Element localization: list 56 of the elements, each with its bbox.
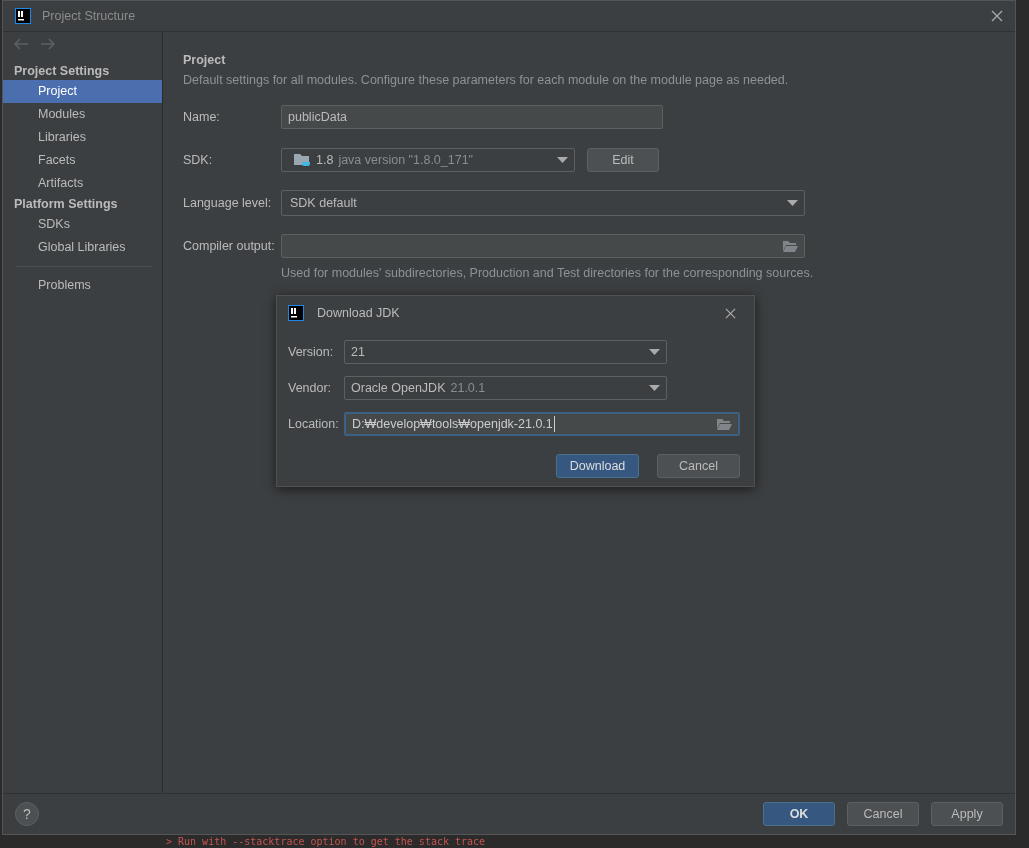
sidebar-item[interactable]: Global Libraries [3,236,162,259]
field-label: Language level: [183,196,273,210]
caret-icon [649,385,660,391]
version-dropdown[interactable]: 21 [344,340,667,364]
forward-arrow-icon[interactable] [40,38,56,50]
caret-icon [787,200,798,206]
caret-icon [557,157,568,163]
field-label: Version: [288,345,335,359]
sidebar-section-title: Platform Settings [13,196,119,213]
location-field[interactable]: D:₩develop₩tools₩openjdk-21.0.1 [344,412,740,436]
sdk-detail: java version "1.8.0_171" [338,153,474,167]
dialog-button[interactable]: Apply [931,802,1003,826]
section-heading: Project [183,53,227,67]
vendor-dropdown[interactable]: Oracle OpenJDK 21.0.1 [344,376,667,400]
field-label: SDK: [183,153,214,167]
sidebar-item[interactable]: Artifacts [3,172,162,195]
dialog-title: Download JDK [317,306,400,320]
dialog-button[interactable]: Download [556,454,639,478]
folder-icon[interactable] [717,418,732,430]
sidebar-section-title: Project Settings [13,63,111,80]
caret-icon [649,349,660,355]
sidebar-item[interactable]: SDKs [3,213,162,236]
sidebar-item[interactable]: Modules [3,103,162,126]
hint-text: Used for modules' subdirectories, Production and Test directories for the corresponding sources. [281,266,815,280]
close-icon[interactable] [725,307,736,319]
app-logo-icon [288,305,304,321]
sdk-version: 1.8 [316,153,334,167]
dialog-button[interactable]: Cancel [657,454,740,478]
back-arrow-icon[interactable] [13,38,29,50]
sidebar-item[interactable]: Libraries [3,126,162,149]
dialog-button[interactable]: Cancel [847,802,919,826]
dialog-button[interactable]: OK [763,802,835,826]
field-label: Location: [288,417,340,431]
folder-icon[interactable] [783,240,798,252]
edit-button[interactable]: Edit [587,148,659,172]
sidebar-item[interactable]: Project [3,80,162,103]
vendor-version: 21.0.1 [450,381,486,395]
app-logo-icon [15,8,31,24]
help-button[interactable]: ? [15,802,39,826]
window-title: Project Structure [42,9,136,23]
vendor-name: Oracle OpenJDK [351,381,446,395]
sdk-dropdown[interactable]: 1.8 java version "1.8.0_171" [281,148,575,172]
section-description: Default settings for all modules. Configure these parameters for each module on the module page as needed. [183,73,790,87]
console-output: > Run with --stacktrace option to get the stack trace [166,836,486,848]
sidebar-item[interactable]: Facets [3,149,162,172]
language-level-dropdown[interactable]: SDK default [281,190,805,216]
dropdown-value: 21 [351,345,365,359]
folder-icon [294,153,311,167]
field-label: Vendor: [288,381,333,395]
field-label: Name: [183,110,221,124]
name-field[interactable]: publicData [281,105,663,129]
field-label: Compiler output: [183,239,276,253]
close-icon[interactable] [991,10,1003,22]
dropdown-value: SDK default [290,196,357,210]
sidebar-item[interactable]: Problems [3,274,162,297]
compiler-output-field[interactable] [281,234,805,258]
